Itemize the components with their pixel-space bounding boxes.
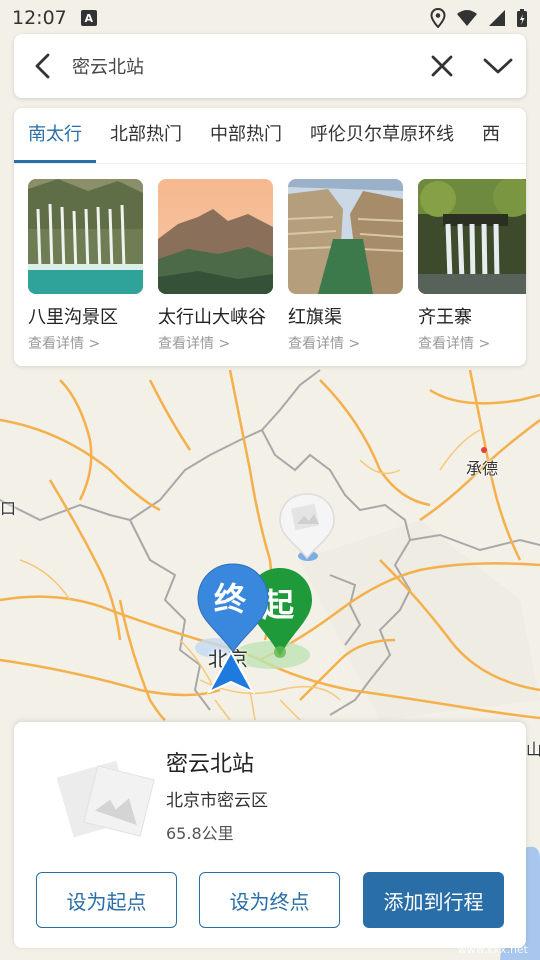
search-bar: 密云北站 <box>14 34 526 98</box>
end-pin-label: 终 <box>214 580 247 618</box>
location-icon <box>430 8 446 28</box>
wifi-icon <box>457 10 477 26</box>
close-icon <box>431 55 453 77</box>
tab-central-hot[interactable]: 中部热门 <box>196 108 296 163</box>
place-name: 密云北站 <box>166 752 255 777</box>
attraction-list: 八里沟景区 查看详情 > 太行山大峡谷 查看详情 > 红旗渠 查看详情 > 齐王… <box>14 164 526 353</box>
attraction-name: 八里沟景区 <box>28 307 118 328</box>
place-photo-placeholder-icon <box>42 750 162 850</box>
attraction-photo <box>158 179 273 294</box>
status-bar: 12:07 A <box>0 0 540 36</box>
tab-hulunbuir-loop[interactable]: 呼伦贝尔草原环线 <box>296 108 468 163</box>
back-button[interactable] <box>14 34 72 98</box>
tab-nantaihang[interactable]: 南太行 <box>14 108 96 163</box>
signal-icon <box>489 10 505 26</box>
set-end-button[interactable]: 设为终点 <box>199 872 340 928</box>
view-details-link[interactable]: 查看详情 > <box>158 333 273 353</box>
status-time: 12:07 <box>12 7 67 29</box>
category-tabs: 南太行 北部热门 中部热门 呼伦贝尔草原环线 西 <box>14 108 526 164</box>
clear-button[interactable] <box>414 34 470 98</box>
battery-icon <box>517 9 527 27</box>
view-details-link[interactable]: 查看详情 > <box>28 333 143 353</box>
map-label-right-edge: 山 <box>526 740 540 759</box>
attraction-name: 太行山大峡谷 <box>158 307 266 328</box>
map-label-left-edge: 口 <box>0 499 17 518</box>
attraction-card[interactable]: 太行山大峡谷 查看详情 > <box>158 179 273 353</box>
place-detail-card: 密云北站 北京市密云区 65.8公里 设为起点 设为终点 添加到行程 <box>14 722 526 948</box>
attractions-panel: 南太行 北部热门 中部热门 呼伦贝尔草原环线 西 八里沟景区 查看详情 > 太行… <box>14 108 526 366</box>
chevron-down-icon <box>483 58 513 74</box>
attraction-name: 红旗渠 <box>288 307 342 328</box>
search-input[interactable]: 密云北站 <box>72 53 414 79</box>
attraction-photo <box>288 179 403 294</box>
back-arrow-icon <box>35 53 50 79</box>
attraction-name: 齐王寨 <box>418 307 472 328</box>
map-label-chengde: 承德 <box>466 459 499 478</box>
view-details-link[interactable]: 查看详情 > <box>418 333 526 353</box>
tab-west[interactable]: 西 <box>468 108 514 163</box>
attraction-photo <box>418 179 526 294</box>
tab-north-hot[interactable]: 北部热门 <box>96 108 196 163</box>
attraction-card[interactable]: 八里沟景区 查看详情 > <box>28 179 143 353</box>
watermark: www.kkx.net <box>457 943 528 956</box>
attraction-card[interactable]: 齐王寨 查看详情 > <box>418 179 526 353</box>
add-to-trip-button[interactable]: 添加到行程 <box>363 872 504 928</box>
attraction-photo <box>28 179 143 294</box>
notification-a-icon: A <box>80 10 97 26</box>
place-address: 北京市密云区 <box>166 791 268 811</box>
place-distance: 65.8公里 <box>166 824 234 843</box>
collapse-button[interactable] <box>470 34 526 98</box>
attraction-card[interactable]: 红旗渠 查看详情 > <box>288 179 403 353</box>
view-details-link[interactable]: 查看详情 > <box>288 333 403 353</box>
set-start-button[interactable]: 设为起点 <box>36 872 177 928</box>
